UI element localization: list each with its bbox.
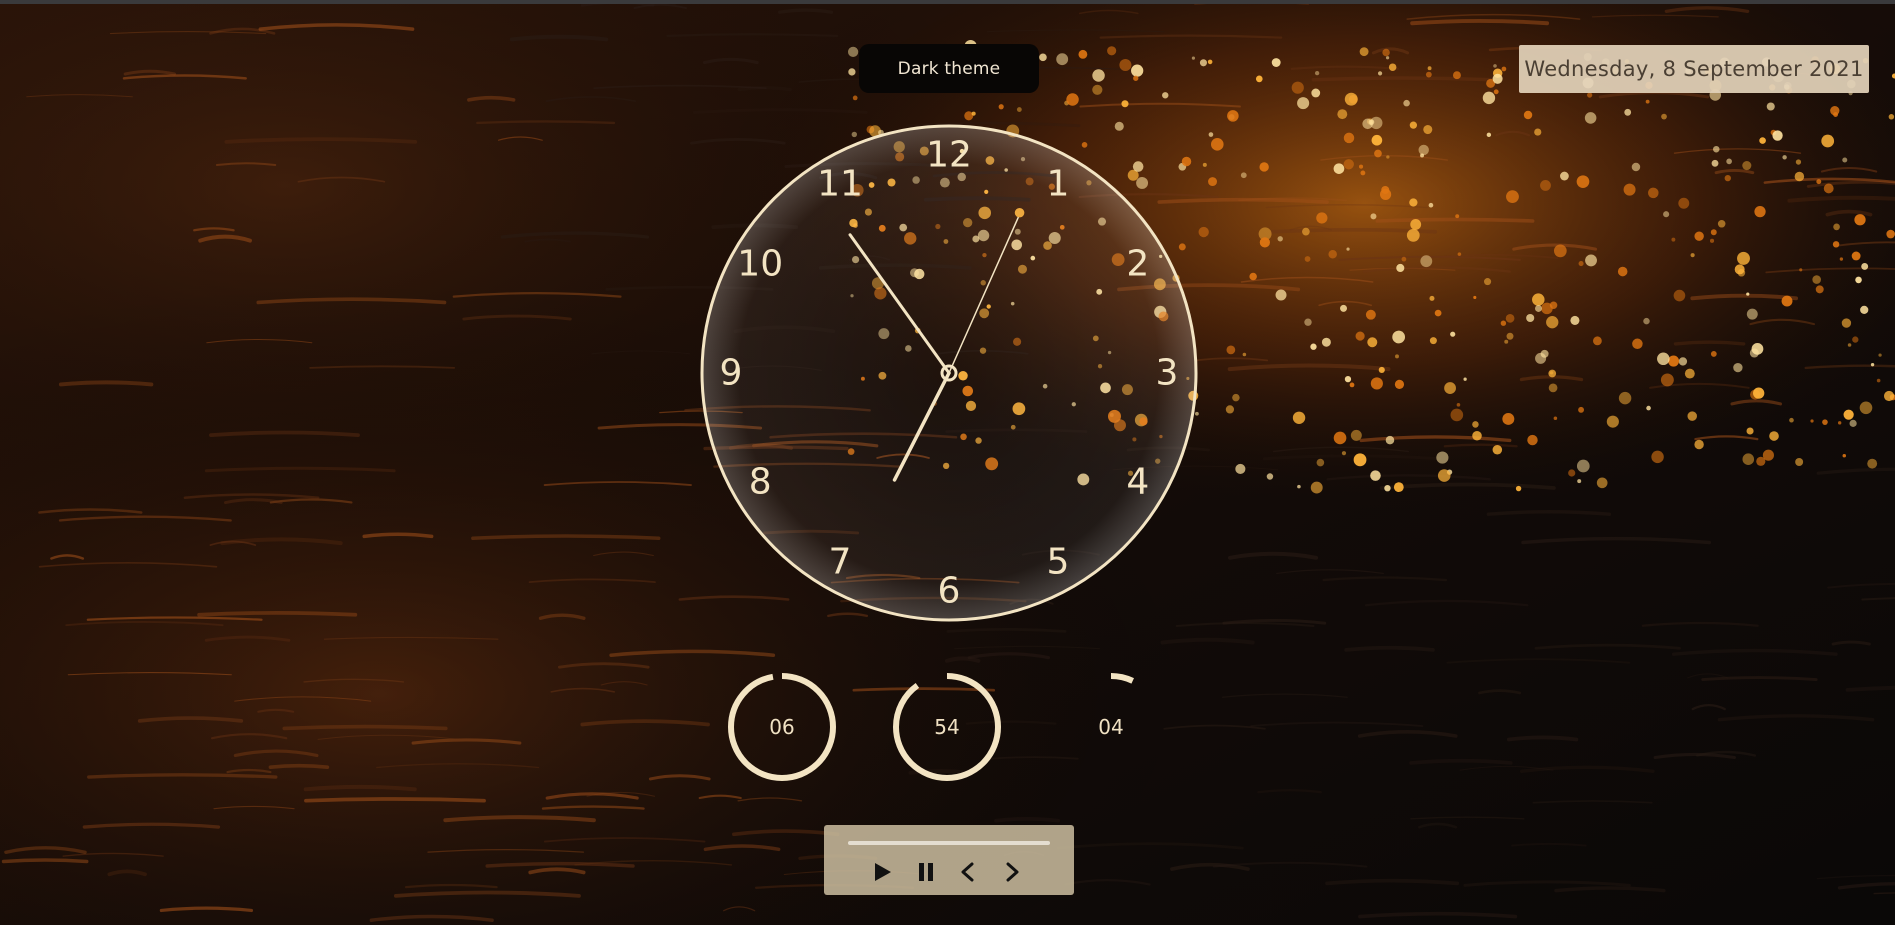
clock-numeral: 12: [926, 135, 972, 176]
minutes-counter: 54: [889, 669, 1005, 785]
next-button[interactable]: [996, 856, 1028, 888]
clock-numeral: 5: [1047, 541, 1070, 582]
clock-numeral: 3: [1156, 353, 1179, 394]
clock-numeral: 9: [720, 353, 743, 394]
minutes-value: 54: [934, 715, 960, 739]
analog-clock: 121234567891011: [700, 124, 1198, 622]
clock-numeral: 1: [1047, 164, 1070, 205]
media-player: [824, 825, 1074, 895]
chevron-left-icon: [961, 862, 974, 882]
pause-icon: [919, 863, 933, 881]
seconds-counter: 04: [1053, 669, 1169, 785]
player-progress-bar[interactable]: [848, 841, 1050, 845]
pause-button[interactable]: [910, 856, 942, 888]
play-icon: [875, 863, 891, 881]
window-top-border: [0, 0, 1895, 4]
clock-numeral: 7: [829, 541, 852, 582]
clock-numeral: 10: [737, 244, 783, 285]
clock-numeral: 4: [1126, 462, 1149, 503]
play-button[interactable]: [866, 856, 898, 888]
dark-theme-button[interactable]: Dark theme: [859, 44, 1039, 93]
seconds-value: 04: [1098, 715, 1124, 739]
previous-button[interactable]: [952, 856, 984, 888]
clock-numeral: 8: [749, 462, 772, 503]
clock-numeral: 6: [938, 571, 961, 612]
chevron-right-icon: [1006, 862, 1019, 882]
clock-numeral: 2: [1126, 244, 1149, 285]
date-display: Wednesday, 8 September 2021: [1519, 45, 1869, 93]
clock-numeral: 11: [817, 164, 863, 205]
hours-counter: 06: [724, 669, 840, 785]
hours-value: 06: [769, 715, 795, 739]
